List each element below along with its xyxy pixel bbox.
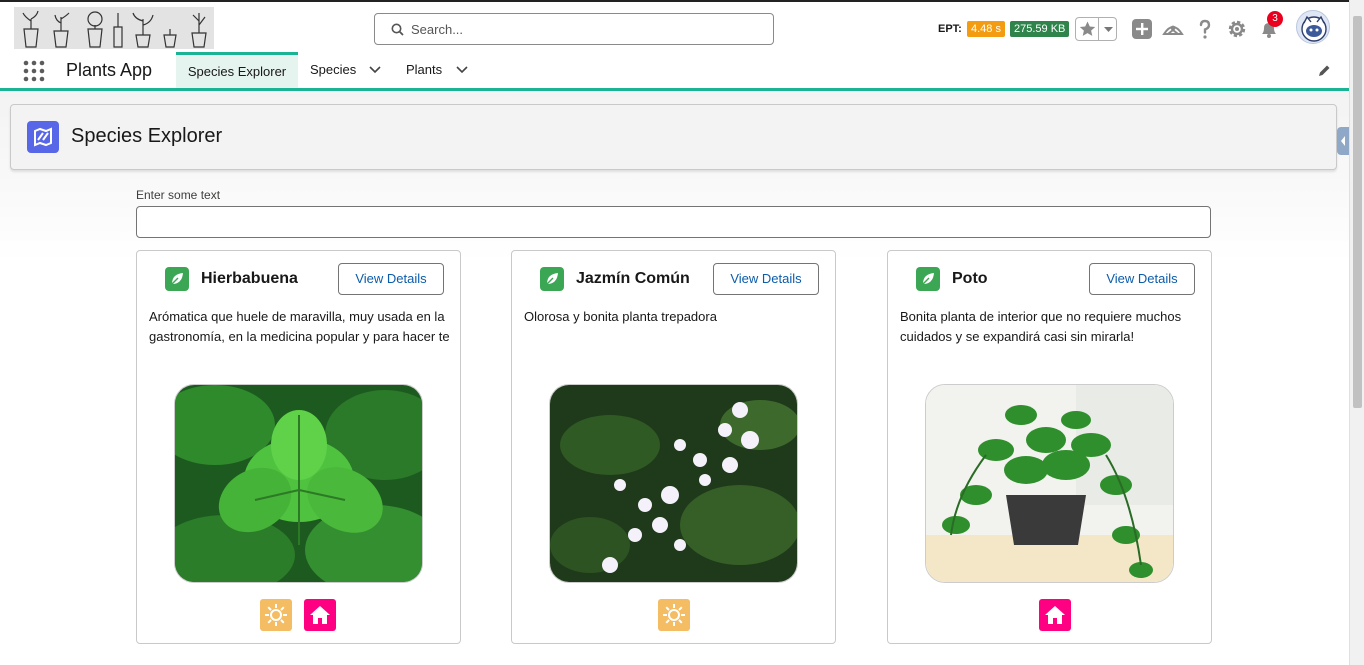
caret-down-icon	[1104, 27, 1113, 32]
species-card: Jazmín Común View Details Olorosa y boni…	[511, 250, 836, 644]
view-details-button[interactable]: View Details	[1089, 263, 1195, 295]
page-header: Species Explorer	[10, 104, 1337, 170]
species-description: Bonita planta de interior que no requier…	[900, 309, 1182, 344]
view-details-button[interactable]: View Details	[713, 263, 819, 295]
leaf-icon	[916, 267, 940, 291]
search-icon	[391, 23, 404, 36]
favorites-control	[1075, 17, 1117, 41]
species-name: Jazmín Común	[576, 270, 690, 287]
gear-icon[interactable]	[1226, 18, 1248, 40]
side-panel-toggle[interactable]	[1337, 127, 1349, 155]
add-icon[interactable]	[1131, 18, 1153, 40]
tab-plants[interactable]: Plants	[406, 52, 468, 88]
star-icon	[1079, 21, 1096, 36]
species-photo	[174, 384, 423, 583]
filter-input[interactable]	[136, 206, 1211, 238]
sun-icon	[260, 599, 292, 631]
chevron-down-icon[interactable]	[368, 65, 382, 75]
tab-label: Species	[310, 62, 357, 77]
page-scrollbar[interactable]	[1349, 0, 1364, 665]
tab-label: Species Explorer	[187, 64, 287, 79]
plants-logo	[14, 7, 214, 49]
chevron-down-icon[interactable]	[455, 65, 469, 75]
favorite-star-button[interactable]	[1076, 18, 1099, 40]
map-icon	[27, 121, 59, 153]
tab-label: Plants	[406, 62, 443, 77]
species-name: Hierbabuena	[201, 270, 298, 287]
species-card: Poto View Details Bonita planta de inter…	[887, 250, 1212, 644]
leaf-icon	[540, 267, 564, 291]
page-content: Species Explorer Enter some text Hierbab…	[0, 91, 1349, 665]
species-photo	[549, 384, 798, 583]
app-name: Plants App	[66, 60, 153, 80]
ept-time-badge: 4.48 s	[967, 21, 1005, 37]
sun-icon	[658, 599, 690, 631]
ept-size-badge: 275.59 KB	[1010, 21, 1070, 37]
ept-label: EPT:	[938, 23, 962, 35]
scrollbar-thumb[interactable]	[1353, 16, 1362, 408]
page-title: Species Explorer	[71, 125, 223, 147]
leaf-icon	[165, 267, 189, 291]
tab-species-explorer[interactable]: Species Explorer	[176, 52, 298, 88]
species-description: Arómatica que huele de maravilla, muy us…	[149, 309, 450, 344]
tab-species[interactable]: Species	[310, 52, 381, 88]
notification-count-badge: 3	[1267, 11, 1283, 27]
user-avatar[interactable]	[1296, 10, 1330, 44]
global-header: EPT: 4.48 s 275.59 KB 3	[0, 0, 1364, 52]
filter-label: Enter some text	[136, 188, 221, 202]
app-navigation-bar: Plants App Species Explorer Species Plan…	[0, 52, 1349, 91]
chevron-left-icon	[1341, 136, 1345, 146]
app-launcher-icon[interactable]	[22, 59, 46, 83]
trailhead-icon[interactable]	[1162, 18, 1184, 40]
species-card: Hierbabuena View Details Arómatica que h…	[136, 250, 461, 644]
edit-nav-icon[interactable]	[1316, 63, 1332, 79]
global-search[interactable]	[374, 13, 774, 45]
search-input[interactable]	[411, 18, 761, 40]
view-details-button[interactable]: View Details	[338, 263, 444, 295]
favorites-menu-button[interactable]	[1100, 18, 1117, 40]
species-name: Poto	[952, 270, 988, 287]
species-photo	[925, 384, 1174, 583]
home-icon	[304, 599, 336, 631]
help-icon[interactable]	[1194, 18, 1216, 40]
astro-avatar-icon	[1301, 15, 1327, 42]
species-description: Olorosa y bonita planta trepadora	[524, 309, 717, 324]
home-icon	[1039, 599, 1071, 631]
